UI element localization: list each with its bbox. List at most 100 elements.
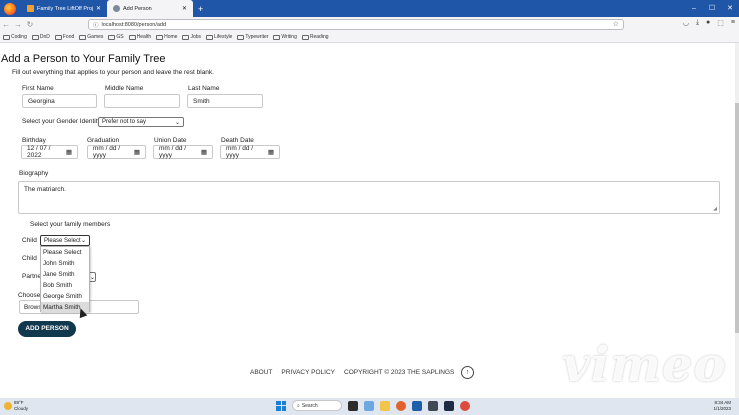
tab-close-icon[interactable]: ✕ [182,5,187,12]
chevron-down-icon: ⌄ [174,119,180,126]
folder-icon [273,34,281,40]
child-select[interactable]: Please Select ⌄ [40,235,90,246]
bookmark-item[interactable]: Reading [301,34,329,40]
reload-icon[interactable]: ↻ [24,20,36,29]
file-explorer-icon[interactable] [380,400,390,411]
footer-links: ABOUT PRIVACY POLICY COPYRIGHT © 2023 TH… [250,369,454,376]
pocket-icon[interactable]: ◡ [683,19,689,27]
firefox-taskbar-icon[interactable] [396,400,406,411]
menu-icon[interactable]: ≡ [731,19,735,27]
chevron-down-icon: ⌄ [80,238,86,244]
system-clock[interactable]: 8:34 AM 1/1/2023 [713,400,731,412]
tab-title: Add Person [123,5,152,12]
terminal-icon[interactable] [444,400,454,411]
tab-family-tree[interactable]: Family Tree LiftOff Project - Go ✕ [21,0,107,17]
weather-widget[interactable]: 89°F Cloudy [4,400,28,411]
bookmark-item[interactable]: Lifestyle [206,34,232,40]
footer-about-link[interactable]: ABOUT [250,369,272,376]
folder-icon [3,34,10,40]
calendar-icon[interactable]: ▦ [134,148,140,156]
footer-copyright: COPYRIGHT © 2023 THE SAPLINGS [344,369,455,376]
close-window-icon[interactable]: ✕ [721,0,739,17]
folder-icon [128,34,136,40]
dropdown-option[interactable]: John Smith [41,258,89,269]
child-dropdown-list: Please Select John Smith Jane Smith Bob … [40,246,90,313]
new-tab-icon[interactable]: + [198,4,203,14]
forward-icon[interactable]: → [12,20,24,29]
window-controls: – ☐ ✕ [685,0,739,17]
resize-grip-icon[interactable]: ◢ [713,206,717,212]
tab-favicon-icon [27,5,34,12]
dropdown-option[interactable]: Bob Smith [41,280,89,291]
dropdown-option[interactable]: George Smith [41,291,89,302]
chrome-icon[interactable] [460,400,470,411]
downloads-icon[interactable]: ⤓ [696,19,699,27]
bookmark-item[interactable]: GS [108,34,124,40]
maximize-icon[interactable]: ☐ [703,0,721,17]
bookmark-item[interactable]: Health [128,34,151,40]
scrollbar-thumb[interactable] [735,103,739,333]
app-icon[interactable] [428,400,438,411]
footer-privacy-link[interactable]: PRIVACY POLICY [281,369,335,376]
biography-textarea[interactable]: The matriarch. ◢ [18,181,720,214]
page-content: Add a Person to Your Family Tree Fill ou… [0,43,739,398]
url-text: localhost:8080/person/add [101,21,167,28]
folder-icon [108,34,116,40]
account-icon[interactable]: ● [706,19,710,27]
gender-select-value: Prefer not to say [102,119,147,125]
chat-app-icon[interactable] [364,400,374,411]
choose-file-label: Choose [18,292,41,299]
bookmark-item[interactable]: Writing [273,34,297,40]
address-bar[interactable]: ⓘ localhost:8080/person/add ☆ [88,19,624,30]
calendar-icon[interactable]: ▦ [66,148,72,156]
birthday-input[interactable]: 12 / 07 / 2022 ▦ [21,145,78,159]
gender-select[interactable]: Prefer not to say ⌄ [98,117,184,127]
bookmark-item[interactable]: Jobs [182,34,201,40]
page-subtitle: Fill out everything that applies to your… [12,69,214,76]
union-date-label: Union Date [154,137,187,144]
vscode-icon[interactable] [412,400,422,411]
death-date-input[interactable]: mm / dd / yyyy ▦ [220,145,280,159]
folder-icon [301,34,309,40]
child-label: Child [22,237,37,244]
last-name-input[interactable]: Smith [187,94,263,108]
search-icon: ⌕ [297,402,300,409]
scroll-to-top-icon[interactable]: ↑ [461,366,474,379]
firefox-icon [4,2,16,15]
union-date-input[interactable]: mm / dd / yyyy ▦ [153,145,213,159]
bookmark-item[interactable]: DnD [31,34,50,40]
tab-add-person[interactable]: Add Person ✕ [107,0,193,17]
first-name-input[interactable]: Georgina [22,94,97,108]
family-members-label: Select your family members [30,221,111,228]
browser-nav-bar: ← → ↻ ⓘ localhost:8080/person/add ☆ ◡ ⤓ … [0,17,739,32]
graduation-input[interactable]: mm / dd / yyyy ▦ [87,145,146,159]
bookmark-item[interactable]: Typewriter [237,34,268,40]
bookmark-star-icon[interactable]: ☆ [613,20,619,30]
first-name-label: First Name [22,85,54,92]
taskbar-search[interactable]: ⌕ Search [292,400,342,411]
tab-close-icon[interactable]: ✕ [96,5,101,12]
calendar-icon[interactable]: ▦ [201,148,207,156]
bookmark-item[interactable]: Home [156,34,177,40]
bookmark-item[interactable]: Food [54,34,74,40]
minimize-icon[interactable]: – [685,0,703,17]
dropdown-option[interactable]: Please Select [41,247,89,258]
middle-name-input[interactable] [104,94,180,108]
biography-label: Biography [19,170,49,177]
calendar-icon[interactable]: ▦ [268,148,274,156]
extensions-icon[interactable]: ⬚ [717,19,724,27]
bookmark-item[interactable]: Games [79,34,103,40]
bookmark-item[interactable]: Coding [3,34,27,40]
add-person-button[interactable]: ADD PERSON [18,321,76,337]
toolbar-icons: ◡ ⤓ ● ⬚ ≡ [683,19,735,27]
partner-label: Partne [22,273,42,280]
windows-start-icon[interactable] [276,400,286,411]
page-info-icon[interactable]: ⓘ [93,21,99,29]
folder-icon [31,34,39,40]
page-scrollbar[interactable] [735,43,739,398]
dropdown-option[interactable]: Jane Smith [41,269,89,280]
vimeo-watermark: vimeo [562,337,727,393]
weather-desc: Cloudy [14,405,29,411]
back-icon[interactable]: ← [0,20,12,29]
task-view-icon[interactable] [348,400,358,411]
